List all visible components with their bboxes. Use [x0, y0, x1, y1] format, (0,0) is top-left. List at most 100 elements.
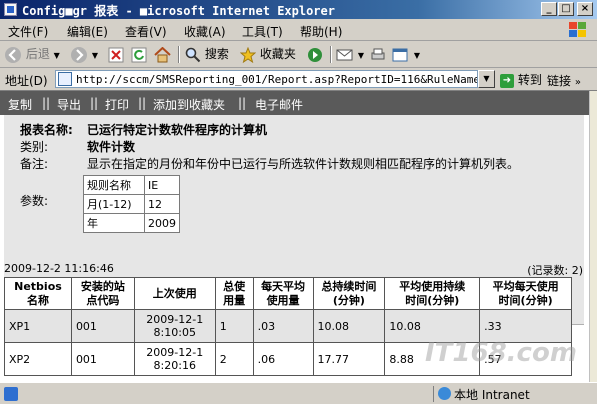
param-row: 规则名称 IE	[83, 175, 180, 195]
cell-site-code: 001	[70, 309, 135, 343]
back-button[interactable]: 后退 ▼	[4, 45, 60, 64]
search-button[interactable]: 搜索	[185, 45, 229, 64]
cell-total-duration: 10.08	[312, 309, 386, 343]
forward-arrow-icon	[71, 46, 87, 63]
ie-page-icon	[4, 387, 18, 401]
cell-total-usage: 2	[214, 342, 254, 376]
header-line: 名称	[26, 293, 49, 307]
edit-button[interactable]: ▼	[392, 45, 420, 64]
header-line: 时间(分钟)	[498, 293, 553, 307]
chevron-down-icon: ▼	[357, 51, 364, 60]
category-label: 类别:	[20, 140, 49, 154]
report-name-label: 报表名称:	[20, 123, 73, 137]
go-arrow-icon: ➜	[500, 73, 514, 88]
menu-tools[interactable]: 工具(T)	[242, 23, 283, 40]
mail-button[interactable]: ▼	[336, 45, 364, 64]
header-line: 每天平均	[261, 279, 306, 293]
export-link[interactable]: 导出	[57, 96, 81, 113]
action-separator: ||	[42, 96, 51, 110]
param-name: 年	[83, 213, 145, 233]
favorites-label: 收藏夹	[259, 47, 296, 61]
column-header-total-duration[interactable]: 总持续时间 (分钟)	[312, 277, 386, 310]
param-value: 12	[144, 194, 180, 214]
windows-logo-icon	[569, 22, 586, 37]
media-icon	[308, 47, 322, 62]
param-name: 月(1-12)	[83, 194, 145, 214]
minimize-button[interactable]: _	[541, 2, 557, 16]
table-header-row: Netbios 名称 安装的站 点代码 上次使用 总使 用量 每天平均 使用量 总持续时…	[4, 277, 572, 310]
print-button[interactable]	[370, 45, 386, 64]
chevron-right-icon: »	[574, 77, 581, 88]
menu-file[interactable]: 文件(F)	[8, 23, 48, 40]
address-input[interactable]: http://sccm/SMSReporting_001/Report.asp?…	[55, 70, 478, 88]
chevron-down-icon: ▼	[91, 51, 98, 60]
action-separator: ||	[238, 96, 247, 110]
email-link[interactable]: 电子邮件	[255, 96, 303, 113]
close-button[interactable]: ×	[577, 2, 593, 16]
menu-favorites[interactable]: 收藏(A)	[184, 23, 226, 40]
favorites-button[interactable]: 收藏夹	[239, 45, 296, 64]
links-button[interactable]: 链接 »	[547, 72, 581, 89]
param-value: 2009	[144, 213, 180, 233]
links-label: 链接	[547, 74, 572, 88]
header-line: 点代码	[86, 293, 120, 307]
menu-bar: 文件(F) 编辑(E) 查看(V) 收藏(A) 工具(T) 帮助(H)	[0, 19, 597, 41]
mail-icon	[336, 49, 353, 60]
header-line: 使用量	[266, 293, 300, 307]
cell-total-usage: 1	[214, 309, 254, 343]
toolbar: 后退 ▼ ▼ 搜索 收藏夹 ▼ ▼	[0, 41, 597, 68]
go-label: 转到	[517, 73, 542, 87]
refresh-button[interactable]	[131, 45, 147, 64]
address-label: 地址(D)	[5, 74, 48, 88]
forward-button[interactable]: ▼	[70, 45, 98, 64]
column-header-netbios[interactable]: Netbios 名称	[4, 277, 72, 310]
vertical-scrollbar[interactable]	[589, 91, 597, 382]
column-header-avg-daily-usage[interactable]: 每天平均 使用量	[252, 277, 314, 310]
home-button[interactable]	[154, 45, 171, 64]
favorites-star-icon	[239, 46, 257, 63]
param-name: 规则名称	[83, 175, 145, 195]
stop-button[interactable]	[108, 45, 124, 64]
zone-label: 本地 Intranet	[454, 388, 530, 402]
ie-page-icon	[4, 3, 17, 16]
media-button[interactable]	[307, 45, 323, 64]
cell-site-code: 001	[70, 342, 135, 376]
status-bar: 本地 Intranet	[0, 382, 597, 404]
title-bar: Config■gr 报表 - ■icrosoft Internet Explor…	[0, 0, 597, 19]
action-separator: ||	[90, 96, 99, 110]
edit-icon	[392, 48, 408, 61]
address-dropdown-button[interactable]: ▼	[478, 70, 495, 88]
add-to-favorites-link[interactable]: 添加到收藏夹	[153, 96, 225, 113]
cell-netbios: XP2	[4, 342, 72, 376]
column-header-total-usage[interactable]: 总使 用量	[214, 277, 254, 310]
column-header-avg-duration[interactable]: 平均使用持续 时间(分钟)	[384, 277, 481, 310]
param-value: IE	[144, 175, 180, 195]
report-timestamp: 2009-12-2 11:16:46	[4, 262, 114, 275]
column-header-site-code[interactable]: 安装的站 点代码	[70, 277, 135, 310]
header-line: 总使	[223, 279, 246, 293]
report-name-value: 已运行特定计数软件程序的计算机	[87, 123, 268, 137]
menu-view[interactable]: 查看(V)	[125, 23, 167, 40]
print-link[interactable]: 打印	[105, 96, 129, 113]
menu-help[interactable]: 帮助(H)	[300, 23, 342, 40]
window-title: Config■gr 报表 - ■icrosoft Internet Explor…	[22, 4, 335, 18]
menu-edit[interactable]: 编辑(E)	[67, 23, 108, 40]
search-icon	[185, 47, 201, 62]
cell-last-used: 2009-12-1 8:20:16	[133, 342, 216, 376]
record-count: (记录数: 2)	[527, 264, 583, 277]
maximize-button[interactable]: □	[558, 2, 574, 16]
address-bar: 地址(D) http://sccm/SMSReporting_001/Repor…	[0, 68, 597, 91]
security-zone: 本地 Intranet	[433, 386, 593, 402]
address-url: http://sccm/SMSReporting_001/Report.asp?…	[76, 73, 478, 86]
copy-link[interactable]: 复制	[8, 96, 32, 113]
column-header-avg-daily-time[interactable]: 平均每天使用 时间(分钟)	[479, 277, 572, 310]
go-button[interactable]: ➜ 转到	[500, 71, 542, 88]
report-content: 复制 || 导出 || 打印 || 添加到收藏夹 || 电子邮件 报表名称: 已…	[0, 91, 589, 382]
print-icon	[371, 48, 385, 59]
header-line: 总持续时间	[321, 279, 377, 293]
column-header-last-used[interactable]: 上次使用	[133, 277, 216, 310]
header-line: 安装的站	[80, 279, 125, 293]
cell-avg-daily-usage: .03	[252, 309, 314, 343]
header-line: 平均使用持续	[399, 279, 466, 293]
note-value: 显示在指定的月份和年份中已运行与所选软件计数规则相匹配程序的计算机列表。	[87, 157, 520, 171]
